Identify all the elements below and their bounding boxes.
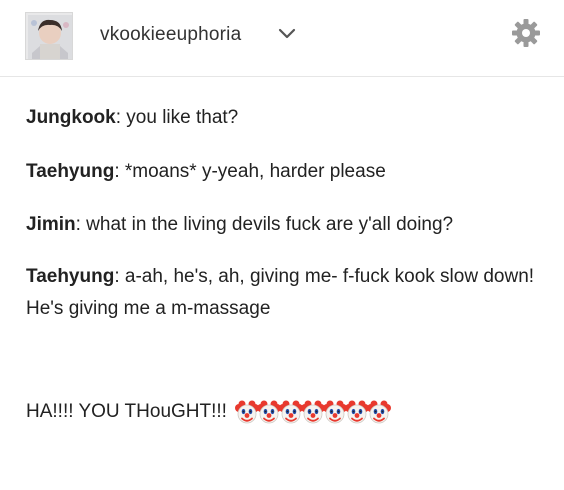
clown-face-icon [367,399,392,425]
clown-emoji-row [235,396,392,428]
dialogue-line: Taehyung: a-ah, he's, ah, giving me- f-f… [26,261,546,325]
speaker-name: Taehyung [26,161,115,182]
dialogue-line: Jungkook: you like that? [26,102,238,134]
dialogue-text: *moans* y-yeah, harder please [119,161,386,182]
gear-icon[interactable] [511,18,541,48]
clown-face-icon [279,399,304,425]
dialogue-line: Taehyung: *moans* y-yeah, harder please [26,156,386,188]
blog-username[interactable]: vkookieeuphoria [100,24,241,46]
clown-face-icon [257,399,282,425]
clown-face-icon [345,399,370,425]
dialogue-text: what in the living devils fuck are y'all… [80,214,454,235]
punchline: HA!!!! YOU THouGHT!!! [26,396,392,428]
punchline-text: HA!!!! YOU THouGHT!!! [26,401,227,423]
dialogue-text: you like that? [121,107,239,128]
clown-face-icon [323,399,348,425]
post-header: vkookieeuphoria [0,0,564,77]
speaker-name: Jimin [26,214,76,235]
chevron-down-icon[interactable] [278,27,296,41]
dialogue-line: Jimin: what in the living devils fuck ar… [26,209,453,241]
speaker-name: Taehyung [26,266,115,287]
speaker-name: Jungkook [26,107,116,128]
avatar[interactable] [25,12,73,60]
clown-face-icon [301,399,326,425]
clown-face-icon [235,399,260,425]
avatar-image [26,13,72,59]
